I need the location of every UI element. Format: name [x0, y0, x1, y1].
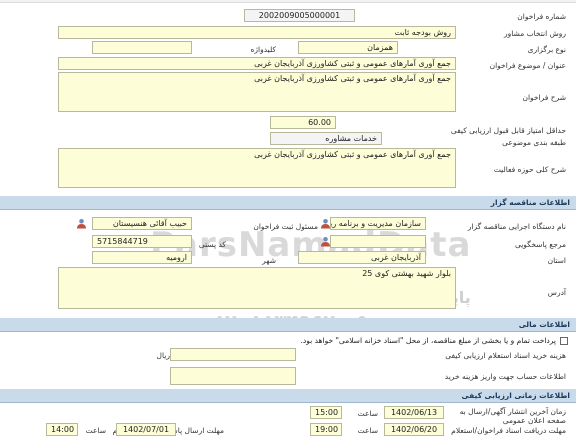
receive-date-field: 1402/06/20 — [384, 423, 444, 436]
fee-unit: ریال — [156, 351, 170, 360]
keyword-label: کلیدواژه — [250, 45, 276, 54]
receive-time-label: ساعت — [357, 426, 378, 435]
publish-date-field: 1402/06/13 — [384, 406, 444, 419]
title-field: جمع آوری آمارهای عمومی و ثبتی کشاورزی آذ… — [58, 57, 456, 70]
reference-field — [330, 235, 426, 248]
agency-label: نام دستگاه اجرایی مناقصه گزار — [467, 222, 566, 231]
city-field: ارومیه — [92, 251, 192, 264]
province-label: استان — [547, 256, 566, 265]
registrar-label: مسئول ثبت فراخوان — [253, 222, 318, 231]
financial-section-header: اطلاعات مالی — [0, 318, 576, 332]
receive-label: مهلت دریافت اسناد فراخوان/استعلام — [451, 426, 566, 435]
fee-label: هزینه خرید اسناد استعلام ارزیابی کیفی — [445, 351, 566, 360]
min-score-label: حداقل امتیاز قابل قبول ارزیابی کیفی — [450, 126, 566, 135]
publish-time-field: 15:00 — [310, 406, 342, 419]
keyword-field — [92, 41, 192, 54]
treasury-checkbox[interactable] — [560, 337, 568, 345]
description-label: شرح فراخوان — [522, 93, 566, 102]
title-label: عنوان / موضوع فراخوان — [489, 61, 566, 70]
tender-number-field: 2002009005000001 — [244, 9, 355, 22]
postal-label: کد پستی — [198, 240, 226, 249]
organizer-section-header: اطلاعات مناقصه گزار — [0, 196, 576, 210]
account-field — [170, 367, 296, 385]
holding-type-field: همزمان — [298, 41, 398, 54]
activity-field: جمع آوری آمارهای عمومی و ثبتی کشاورزی آذ… — [58, 148, 456, 188]
registrar-field: حبیب آقائی هنسیستان — [92, 217, 192, 230]
reference-label: مرجع پاسخگویی — [514, 240, 566, 249]
holding-type-label: نوع برگزاری — [527, 45, 566, 54]
publish-time-label: ساعت — [357, 409, 378, 418]
reference-user-icon[interactable] — [320, 236, 331, 247]
address-field: بلوار شهید بهشتی کوی 25 — [58, 267, 456, 309]
timing-section-header: اطلاعات زمانی ارزیابی کیفی — [0, 389, 576, 403]
response-time-label: ساعت — [85, 426, 106, 435]
consultant-method-field: روش بودجه ثابت — [58, 26, 456, 39]
tender-number-label: شماره فراخوان — [517, 12, 566, 21]
description-field: جمع آوری آمارهای عمومی و ثبتی کشاورزی آذ… — [58, 72, 456, 112]
receive-time-field: 19:00 — [310, 423, 342, 436]
postal-field: 5715844719 — [92, 235, 192, 248]
account-label: اطلاعات حساب جهت واریز هزینه خرید — [444, 372, 566, 381]
min-score-field: 60.00 — [270, 116, 336, 129]
consultant-method-label: روش انتخاب مشاور — [503, 29, 566, 38]
city-label: شهر — [262, 256, 276, 265]
top-border — [0, 0, 576, 3]
response-date-field: 1402/07/01 — [116, 423, 176, 436]
agency-user-icon[interactable] — [320, 218, 331, 229]
category-label: طبقه بندی موضوعی — [502, 138, 566, 147]
activity-label: شرح کلی حوزه فعالیت — [493, 165, 566, 174]
publish-label: زمان آخرین انتشار آگهی/ارسال به صفحه اعل… — [459, 407, 566, 425]
agency-field: سازمان مدیریت و برنامه ریزی — [330, 217, 426, 230]
treasury-text: پرداخت تمام و یا بخشی از مبلغ مناقصه، از… — [300, 336, 556, 345]
province-field: آذربایجان غربی — [298, 251, 426, 264]
registrar-user-icon[interactable] — [76, 218, 87, 229]
response-time-field: 14:00 — [46, 423, 78, 436]
address-label: آدرس — [547, 288, 566, 297]
fee-field — [170, 348, 296, 361]
category-field: خدمات مشاوره — [270, 132, 382, 145]
